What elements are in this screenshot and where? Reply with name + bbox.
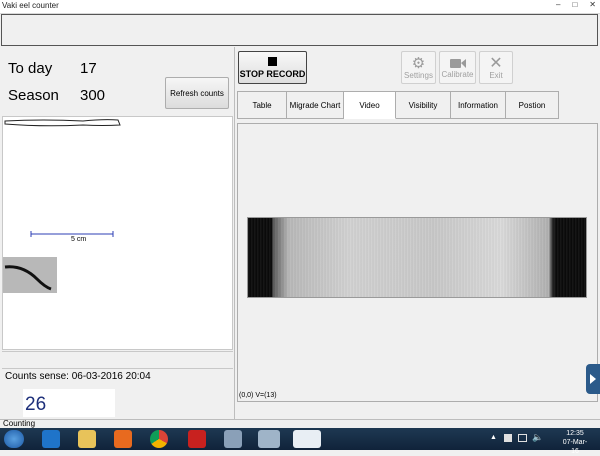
tray-flag-icon[interactable]	[504, 434, 512, 442]
tab-table[interactable]: Table	[237, 91, 287, 119]
refresh-counts-button[interactable]: Refresh counts	[165, 77, 229, 109]
counts-sense-label: Counts sense: 06-03-2016 20:04	[5, 371, 151, 382]
season-label: Season	[8, 87, 59, 104]
start-button-icon[interactable]	[4, 430, 24, 448]
chrome-icon[interactable]	[150, 430, 168, 448]
exit-button[interactable]: ✕ Exit	[479, 51, 513, 84]
tray-volume-icon[interactable]: 🔈	[532, 432, 543, 443]
status-text: Counting	[3, 419, 36, 428]
file-explorer-icon[interactable]	[78, 430, 96, 448]
settings-button[interactable]: ⚙ Settings	[401, 51, 436, 84]
sense-divider	[2, 351, 233, 369]
app-red-icon[interactable]	[188, 430, 206, 448]
internet-explorer-icon[interactable]	[42, 430, 60, 448]
video-coords-readout: (0,0) V=(13)	[239, 392, 277, 399]
eel-image-canvas	[3, 119, 121, 293]
tab-strip: Table Migrade Chart Video Visibility Inf…	[237, 91, 559, 119]
tab-visibility[interactable]: Visibility	[396, 91, 451, 119]
video-camera-icon	[449, 58, 466, 68]
media-player-icon[interactable]	[114, 430, 132, 448]
video-feed	[247, 217, 587, 298]
remote-desktop-icon[interactable]	[258, 430, 280, 448]
tab-postion[interactable]: Postion	[506, 91, 559, 119]
tab-video[interactable]: Video	[344, 91, 396, 119]
calibrate-label: Calibrate	[441, 69, 474, 79]
side-panel-toggle[interactable]	[586, 364, 600, 394]
exit-label: Exit	[489, 70, 503, 80]
tab-migrade-chart[interactable]: Migrade Chart	[287, 91, 344, 119]
tray-network-icon[interactable]	[518, 434, 527, 442]
maximize-icon[interactable]: □	[572, 0, 577, 13]
exit-x-icon: ✕	[489, 54, 503, 72]
close-icon[interactable]: ✕	[589, 0, 596, 13]
window-title: Vaki eel counter	[2, 1, 59, 10]
current-count-value: 26	[25, 394, 47, 415]
tray-time: 12:35	[566, 430, 584, 437]
tray-date: 07-Mar-16	[562, 439, 588, 455]
stop-icon	[268, 56, 277, 66]
stop-record-button[interactable]: STOP RECORD	[238, 51, 307, 84]
windows-taskbar: ▲ 🔈	[0, 428, 600, 450]
tab-information[interactable]: Information	[451, 91, 506, 119]
play-arrow-icon	[590, 374, 596, 384]
top-band	[1, 14, 598, 46]
today-label: To day	[8, 60, 53, 77]
window-titlebar: Vaki eel counter – □ ✕	[0, 0, 600, 14]
tray-chevron-icon[interactable]: ▲	[490, 434, 497, 441]
eel-image-view: 5 cm	[2, 116, 233, 350]
stop-record-label: STOP RECORD	[239, 68, 306, 79]
today-value: 17	[80, 60, 97, 77]
minimize-icon[interactable]: –	[556, 0, 560, 13]
season-value: 300	[80, 87, 106, 104]
calibrate-button[interactable]: Calibrate	[439, 51, 476, 84]
scale-label: 5 cm	[71, 236, 87, 243]
settings-label: Settings	[404, 70, 433, 80]
app-tool-icon[interactable]	[224, 430, 242, 448]
vaki-eel-counter-icon[interactable]	[293, 430, 321, 448]
tray-clock[interactable]: 12:35 07-Mar-16	[560, 429, 590, 456]
gear-icon: ⚙	[411, 54, 426, 72]
